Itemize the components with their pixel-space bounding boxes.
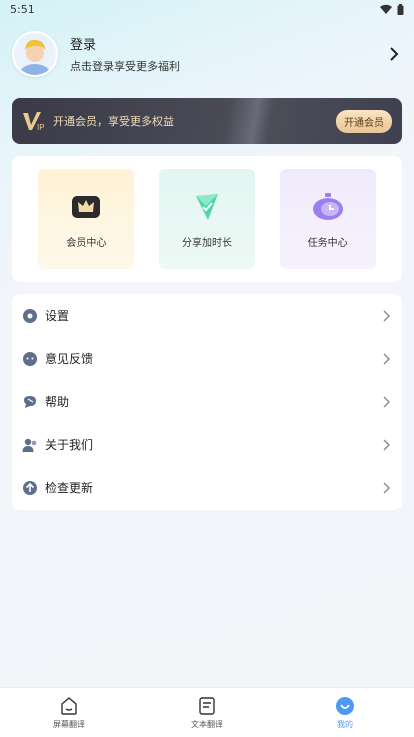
vip-text: 开通会员，享受更多权益 — [53, 115, 174, 128]
about-icon — [22, 438, 37, 452]
chevron-right-icon — [383, 310, 390, 321]
login-title: 登录 — [70, 38, 97, 53]
vip-banner[interactable]: IP 开通会员，享受更多权益 开通会员 — [12, 98, 402, 144]
status-bar: 5:51 — [0, 0, 414, 18]
svg-text:IP: IP — [37, 123, 45, 132]
share-tile[interactable]: 分享加时长 — [158, 169, 255, 269]
menu-label-about: 关于我们 — [45, 438, 94, 452]
nav-label-screen-translate: 屏幕翻译 — [53, 719, 85, 729]
nav-label-profile: 我的 — [337, 719, 353, 729]
chevron-right-icon — [383, 482, 390, 493]
menu-label-feedback: 意见反馈 — [45, 352, 94, 366]
crown-icon — [72, 195, 101, 218]
feedback-icon — [23, 351, 37, 366]
text-translate-icon — [199, 696, 215, 715]
help-icon — [24, 395, 36, 408]
battery-icon — [397, 3, 404, 15]
avatar[interactable] — [12, 31, 58, 77]
feature-card: 会员中心 分享加时长 任务中心 — [12, 156, 402, 282]
chevron-right-icon — [383, 396, 390, 407]
screen-translate-icon — [61, 696, 77, 715]
open-vip-button[interactable]: 开通会员 — [336, 109, 392, 133]
menu-item-about[interactable]: 关于我们 — [22, 423, 392, 466]
settings-icon — [23, 308, 37, 323]
share-icon — [195, 193, 218, 220]
task-center-label: 任务中心 — [307, 237, 348, 249]
login-subtitle: 点击登录享受更多福利 — [70, 60, 180, 73]
clock-icon — [312, 192, 343, 220]
status-time: 5:51 — [10, 2, 35, 16]
profile-header[interactable]: 登录 点击登录享受更多福利 — [12, 30, 402, 78]
member-center-label: 会员中心 — [66, 237, 107, 249]
nav-label-text-translate: 文本翻译 — [191, 719, 223, 729]
menu-item-help[interactable]: 帮助 — [22, 380, 392, 423]
menu-item-settings[interactable]: 设置 — [22, 294, 392, 337]
chevron-right-icon — [383, 353, 390, 364]
status-icons — [380, 3, 404, 15]
menu-label-settings: 设置 — [45, 309, 70, 323]
menu-card: 设置 意见反馈 帮助 关于我们 检查更新 — [12, 294, 402, 510]
share-label: 分享加时长 — [181, 237, 232, 249]
nav-profile[interactable]: 我的 — [305, 696, 385, 730]
chevron-right-icon[interactable] — [386, 46, 402, 62]
nav-text-translate[interactable]: 文本翻译 — [167, 696, 247, 730]
profile-text: 登录 点击登录享受更多福利 — [70, 34, 386, 74]
member-center-tile[interactable]: 会员中心 — [38, 169, 135, 269]
menu-label-update: 检查更新 — [45, 481, 94, 495]
task-center-tile[interactable]: 任务中心 — [279, 169, 376, 269]
menu-item-feedback[interactable]: 意见反馈 — [22, 337, 392, 380]
wifi-icon — [380, 4, 392, 14]
profile-icon — [336, 696, 354, 715]
menu-label-help: 帮助 — [45, 395, 70, 409]
nav-screen-translate[interactable]: 屏幕翻译 — [29, 696, 109, 730]
vip-logo-icon: IP — [23, 112, 45, 132]
update-icon — [23, 480, 37, 495]
menu-item-update[interactable]: 检查更新 — [22, 466, 392, 509]
chevron-right-icon — [383, 439, 390, 450]
bottom-nav: 屏幕翻译 文本翻译 我的 — [0, 687, 414, 737]
